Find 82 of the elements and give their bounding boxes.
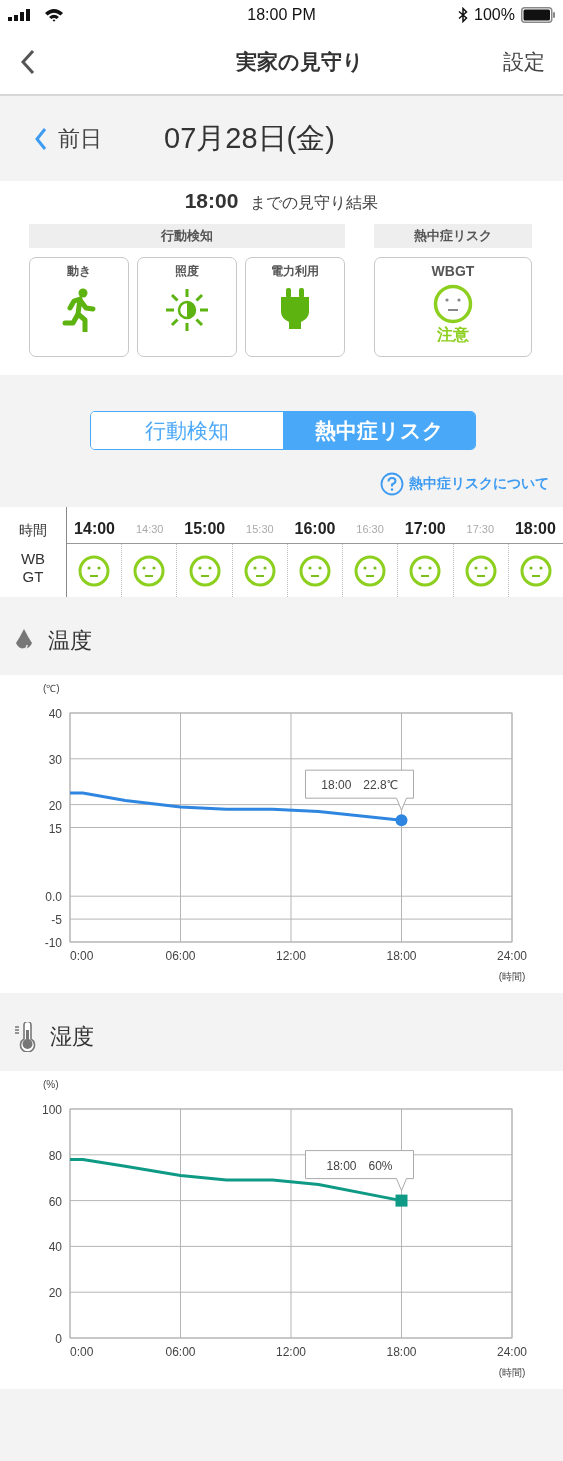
time-label: 17:30 [465,522,496,535]
screen-title: 実家の見守り [235,49,364,75]
card-label: 照度 [175,263,199,280]
y-tick-label: 40 [48,707,62,721]
help-link[interactable]: 熱中症リスクについて [380,472,549,496]
settings-button[interactable]: 設定 [503,48,545,76]
card-label: 電力利用 [271,263,319,280]
neutral-face-icon [299,554,331,587]
brightness-icon [165,288,209,332]
plug-icon [280,288,310,330]
time-label: 14:00 [73,519,116,538]
time-label: 17:00 [403,519,447,538]
y-tick-label: 0 [55,1332,62,1346]
risk-status: 注意 [437,325,469,345]
result-caption: までの見守り結果 [250,193,379,213]
tooltip-text: 18:00 22.8℃ [321,778,398,793]
running-person-icon [62,288,96,332]
neutral-face-icon [78,554,111,587]
x-tick-label: 18:00 [386,1345,417,1359]
back-button[interactable] [20,49,36,75]
time-label: 16:00 [293,519,337,538]
segment-tab[interactable]: 行動検知 [91,412,283,449]
time-label: 14:30 [134,522,165,535]
x-tick-label: 0:00 [70,949,94,963]
axis-unit: (℃) [43,683,60,694]
date-label: 07月28日(金) [164,120,335,156]
x-tick-label: 18:00 [386,949,417,963]
y-tick-label: 30 [48,752,62,767]
battery-icon [521,7,555,23]
y-tick-label: 20 [48,798,62,813]
clock-time: 18:00 PM [247,6,316,24]
x-tick-label: 0:00 [70,1345,94,1359]
x-tick-label: 12:00 [276,949,306,963]
neutral-face-icon [133,554,166,587]
row-label: 時間 [19,521,47,540]
x-tick-label: 06:00 [165,949,196,963]
time-label: 18:00 [513,519,557,538]
row-label: WB GT [19,550,47,586]
y-tick-label: -5 [51,913,62,928]
time-label: 15:30 [245,522,275,535]
chevron-left-icon [34,126,48,151]
time-label: 15:00 [183,519,227,538]
card-label: WBGT [431,263,475,279]
y-tick-label: 0.0 [45,890,62,905]
result-time: 18:00 [184,189,239,213]
x-tick-label: 24:00 [497,1345,527,1359]
data-point [395,1194,408,1207]
wifi-icon [44,8,64,22]
neutral-face-icon [464,554,497,587]
help-icon [380,472,404,496]
axis-unit: (%) [43,1079,59,1090]
previous-day-button[interactable]: 前日 [34,123,102,154]
neutral-face-icon [519,554,552,587]
neutral-face-icon [354,554,387,587]
y-tick-label: -10 [44,936,62,950]
y-tick-label: 20 [48,1286,62,1301]
neutral-face-icon [243,554,276,587]
y-tick-label: 15 [48,821,62,836]
neutral-face-icon [433,284,473,324]
x-tick-label: 24:00 [497,949,527,963]
group-header: 熱中症リスク [374,224,532,248]
y-tick-label: 100 [41,1103,62,1117]
axis-unit: (時間) [498,971,526,982]
segment-tab[interactable]: 熱中症リスク [283,412,475,449]
tooltip-text: 18:00 60% [326,1158,393,1173]
group-header: 行動検知 [29,224,345,248]
battery-percent: 100% [474,6,515,24]
x-tick-label: 06:00 [165,1345,196,1359]
neutral-face-icon [188,554,221,587]
axis-unit: (時間) [498,1367,526,1378]
bluetooth-icon [458,7,469,23]
card-label: 動き [67,263,91,280]
y-tick-label: 40 [48,1240,62,1255]
y-tick-label: 80 [48,1148,62,1163]
x-tick-label: 12:00 [276,1345,306,1359]
section-title: 湿度 [50,1023,94,1051]
thermometer-icon [14,1022,36,1052]
neutral-face-icon [409,554,442,587]
section-title: 温度 [48,627,92,655]
data-point [395,814,408,827]
time-label: 16:30 [355,522,385,535]
y-tick-label: 60 [48,1194,62,1209]
